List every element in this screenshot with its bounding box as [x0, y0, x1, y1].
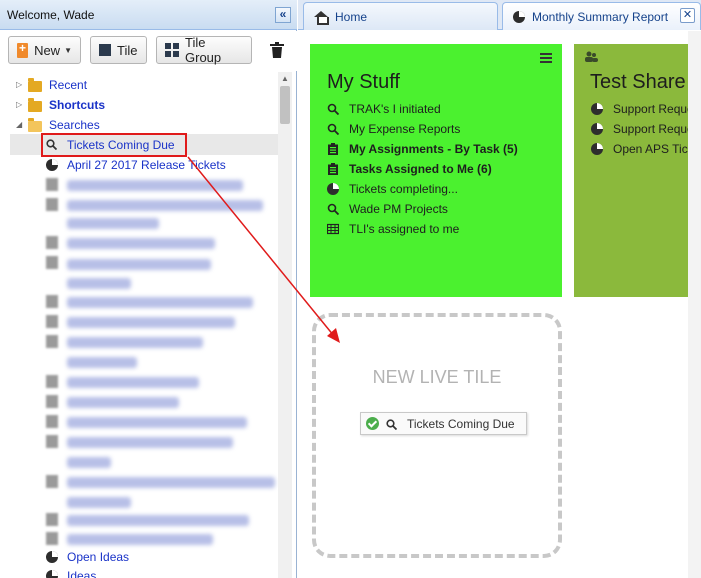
tile-button[interactable]: Tile	[90, 36, 147, 64]
dashboard-content: My Stuff TRAK's I initiated My Expense R…	[298, 31, 701, 578]
tile-group-button-label: Tile Group	[185, 35, 222, 65]
trash-icon[interactable]	[270, 42, 284, 58]
new-button-label: New	[34, 42, 61, 58]
panel-header: Welcome, Wade «	[0, 0, 297, 30]
toolbar: New ▼ Tile Tile Group	[0, 31, 297, 71]
home-icon	[314, 10, 329, 25]
tile-item-label: My Expense Reports	[349, 122, 461, 136]
tree-label: Shortcuts	[49, 98, 106, 112]
pie-chart-icon	[46, 159, 58, 171]
tile-group-icon	[165, 43, 179, 57]
pie-chart-icon	[46, 551, 58, 563]
tree-label: Searches	[49, 118, 100, 132]
expand-arrow-icon[interactable]: ▷	[16, 96, 22, 114]
tile-title: My Stuff	[327, 71, 400, 93]
tree-scrollbar[interactable]: ▲	[278, 72, 292, 578]
tile-item-label: TLI's assigned to me	[349, 222, 460, 236]
left-panel: Welcome, Wade « New ▼ Tile Tile Group ▷ …	[0, 0, 297, 578]
search-icon	[386, 419, 397, 430]
pie-chart-icon	[46, 570, 58, 578]
tab-strip: Home Monthly Summary Report ✕	[298, 0, 701, 30]
check-icon	[366, 417, 379, 430]
search-icon	[327, 103, 339, 115]
annotation-highlight-box	[41, 133, 187, 157]
tab-label: Home	[335, 9, 368, 24]
tile-title: Test Share	[590, 71, 686, 93]
new-document-icon	[17, 41, 29, 58]
tile-test-share[interactable]: Test Share Support Reques Support Reques…	[574, 44, 701, 297]
tile-group-button[interactable]: Tile Group	[156, 35, 252, 65]
drag-preview-chip[interactable]: Tickets Coming Due	[360, 412, 527, 435]
dropdown-caret-icon: ▼	[64, 45, 72, 55]
pie-chart-icon	[591, 103, 603, 115]
close-tab-icon[interactable]: ✕	[680, 8, 695, 23]
collapse-arrow-icon[interactable]: ◢	[16, 116, 22, 134]
clipboard-icon	[328, 163, 338, 175]
pie-chart-icon	[513, 10, 525, 23]
pie-chart-icon	[591, 143, 603, 155]
tile-item-label: Tickets completing...	[349, 182, 458, 196]
tile-item-label: Support Reques	[613, 102, 700, 116]
collapse-panel-button[interactable]: «	[275, 7, 291, 23]
tile-item-label: My Assignments - By Task (5)	[349, 142, 518, 156]
tree-label: Recent	[49, 78, 88, 92]
tree-label: Ideas	[67, 569, 97, 578]
tab-monthly-summary-report[interactable]: Monthly Summary Report ✕	[502, 2, 701, 30]
new-button[interactable]: New ▼	[8, 36, 81, 64]
scroll-up-arrow-icon[interactable]: ▲	[281, 74, 289, 83]
hamburger-menu-icon[interactable]	[540, 53, 552, 63]
pie-chart-icon	[591, 123, 603, 135]
folder-icon	[28, 78, 42, 92]
tile-item-label: Support Reques	[613, 122, 700, 136]
new-live-tile-label: NEW LIVE TILE	[372, 367, 502, 387]
search-icon	[327, 203, 339, 215]
shared-users-icon	[585, 51, 598, 62]
folder-icon	[28, 98, 42, 112]
clipboard-icon	[328, 143, 338, 155]
scrollbar-thumb[interactable]	[280, 86, 290, 124]
tree-label: April 27 2017 Release Tickets	[67, 158, 226, 172]
content-scrollbar[interactable]	[688, 31, 701, 578]
tree-label: Open Ideas	[67, 550, 130, 564]
tile-icon	[99, 44, 111, 56]
table-icon	[327, 223, 339, 235]
new-live-tile-drop-zone[interactable]: NEW LIVE TILE Tickets Coming Due	[312, 313, 562, 558]
drag-chip-label: Tickets Coming Due	[407, 417, 515, 431]
tile-item-label: Wade PM Projects	[349, 202, 448, 216]
tab-label: Monthly Summary Report	[532, 9, 669, 24]
tile-item-label: Tasks Assigned to Me (6)	[349, 162, 492, 176]
welcome-title: Welcome, Wade	[7, 8, 95, 22]
tile-item-label: TRAK's I initiated	[349, 102, 441, 116]
tab-home[interactable]: Home	[303, 2, 498, 30]
expand-arrow-icon[interactable]: ▷	[16, 76, 22, 94]
pie-chart-icon	[327, 183, 339, 195]
tile-my-stuff[interactable]: My Stuff TRAK's I initiated My Expense R…	[310, 44, 562, 297]
tile-button-label: Tile	[117, 42, 138, 58]
open-folder-icon	[28, 118, 42, 132]
search-icon	[327, 123, 339, 135]
